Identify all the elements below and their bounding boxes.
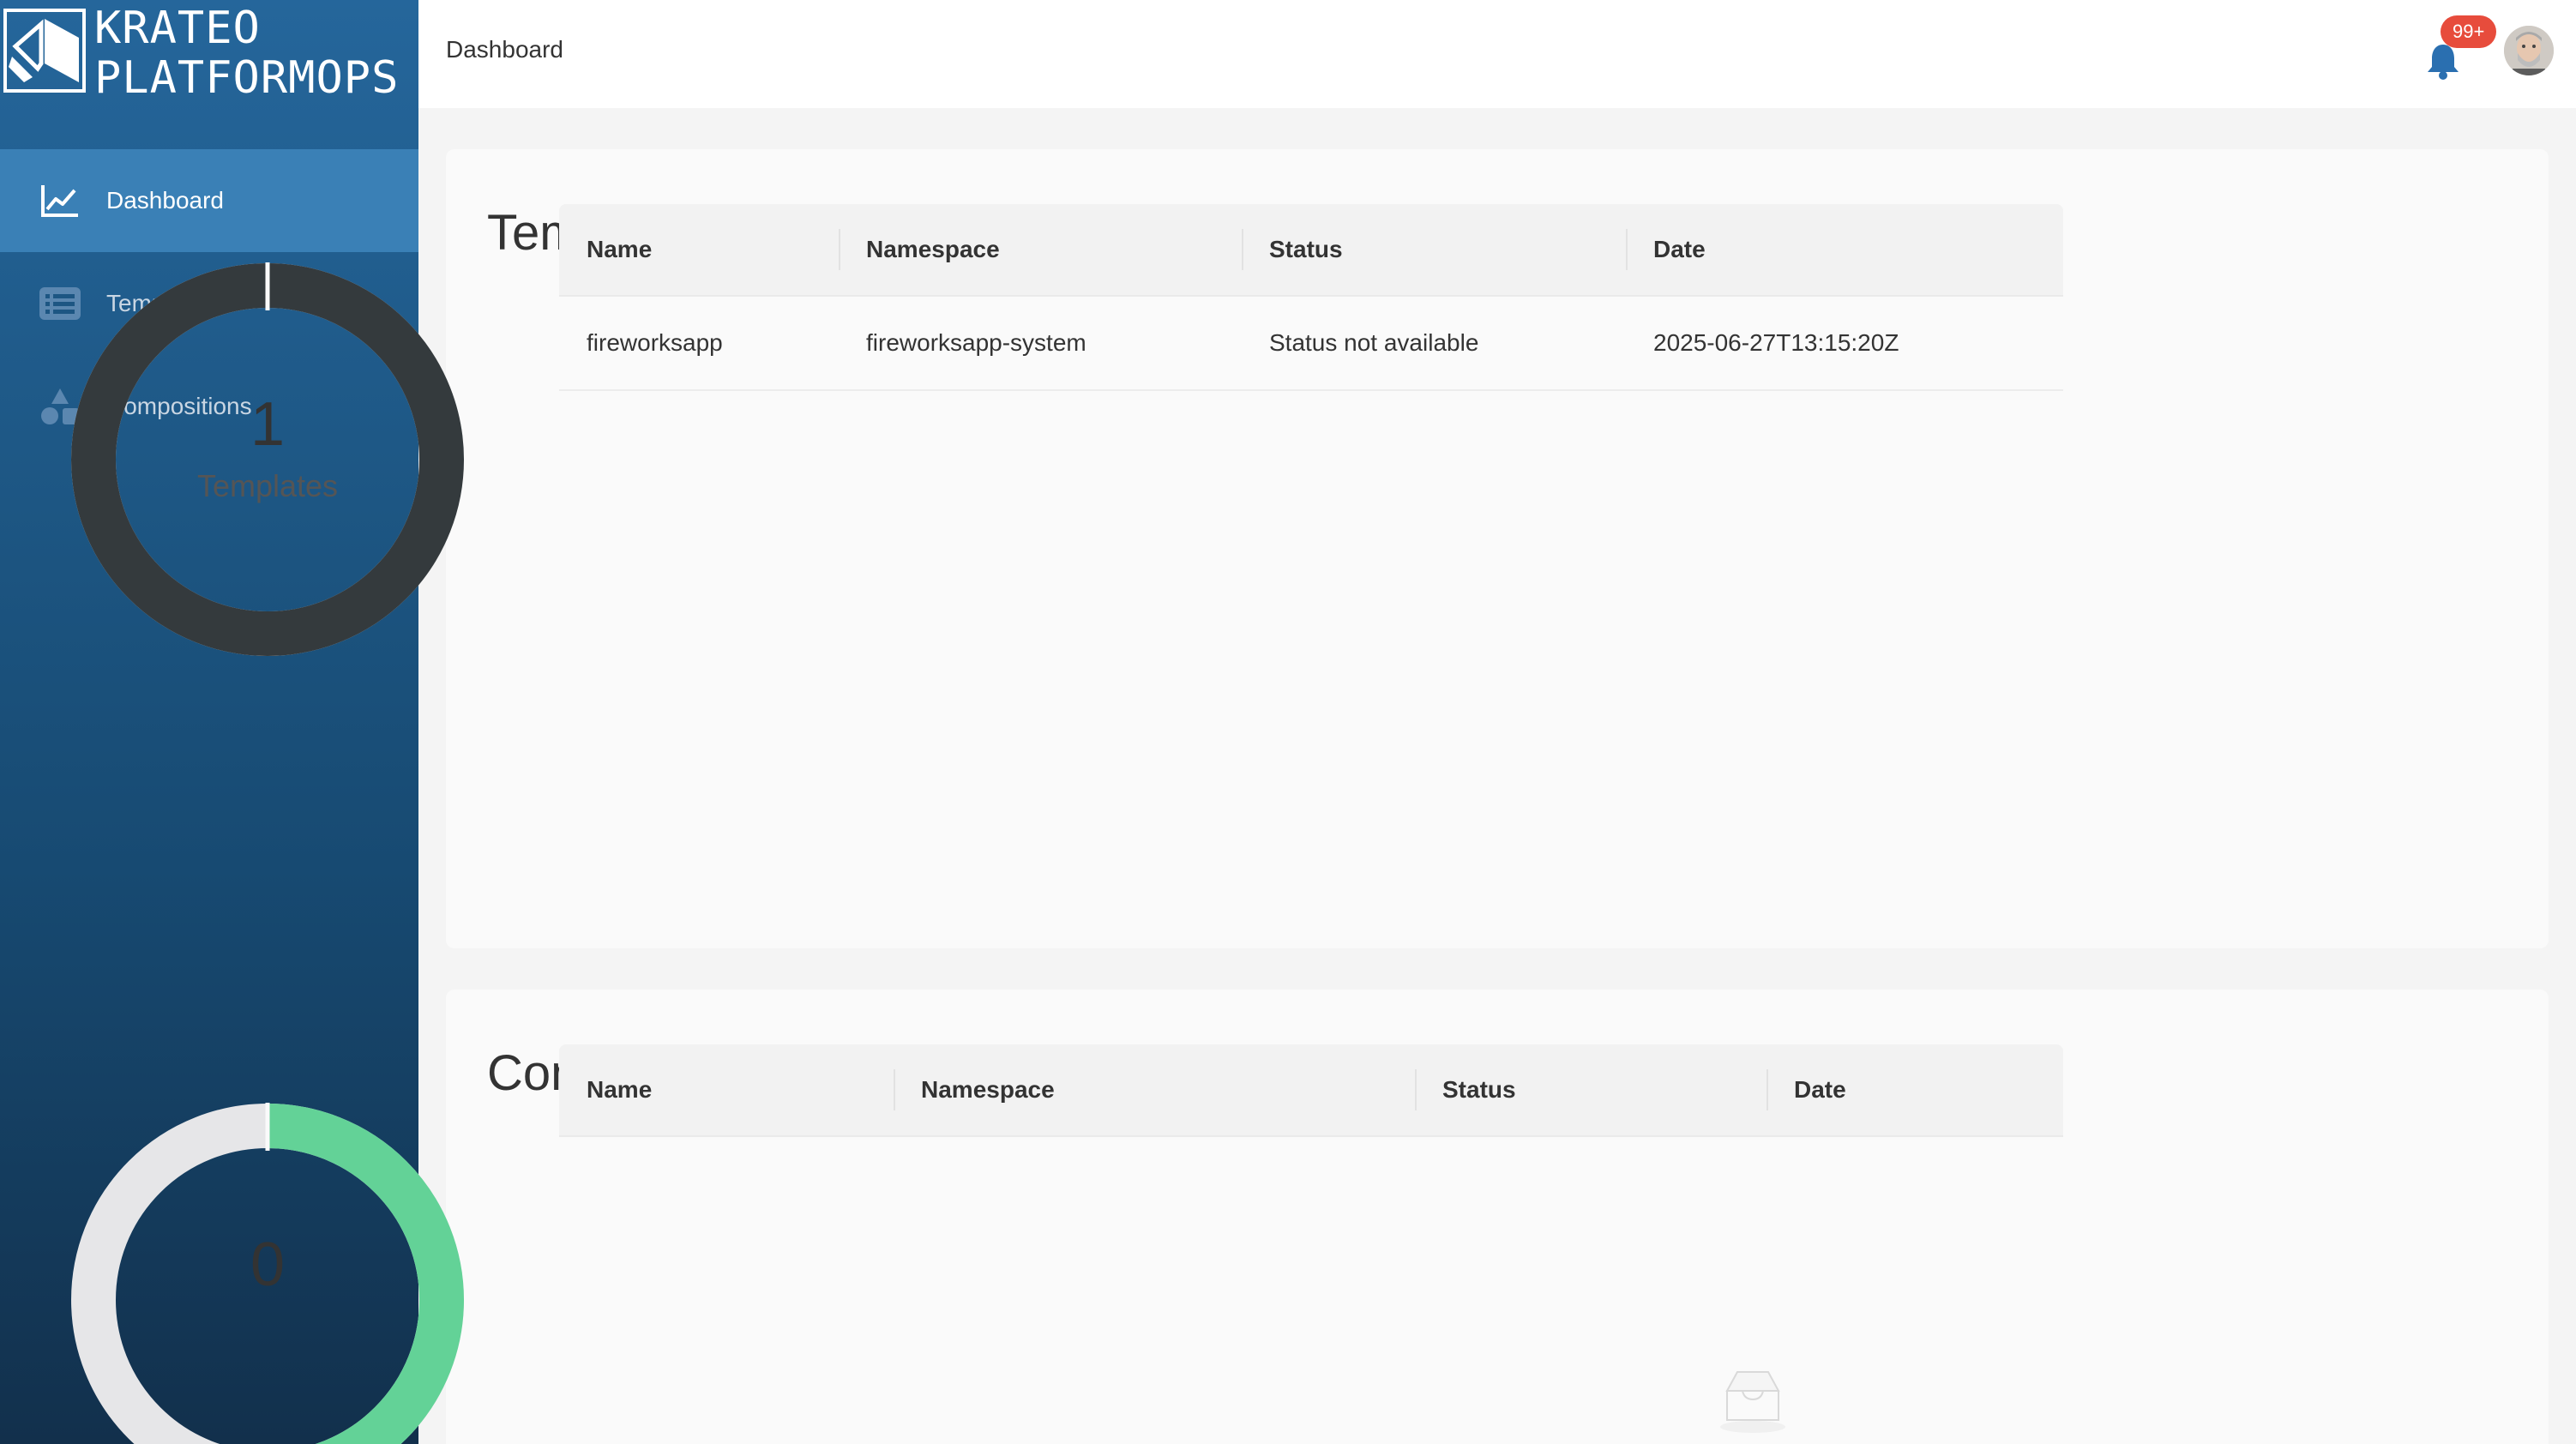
sidebar-item-dashboard[interactable]: Dashboard — [0, 149, 418, 252]
templates-table: Name Namespace Status Date fireworksapp … — [559, 204, 2063, 391]
column-header-status[interactable]: Status — [1242, 203, 1626, 296]
column-header-namespace[interactable]: Namespace — [894, 1044, 1415, 1136]
column-header-date[interactable]: Date — [1626, 203, 2063, 296]
templates-donut-chart[interactable]: 1 Templates — [70, 262, 465, 657]
top-header: Dashboard — [418, 0, 2576, 108]
table-header: Name Namespace Status Date — [559, 1044, 2063, 1137]
inbox-icon — [1712, 1365, 1794, 1434]
logo[interactable]: KRATEO PLATFORMOPS — [0, 0, 418, 103]
cell-name: fireworksapp — [587, 329, 723, 356]
breadcrumb: Dashboard — [446, 36, 563, 63]
sidebar-item-label: Dashboard — [106, 187, 224, 214]
column-header-namespace[interactable]: Namespace — [839, 203, 1242, 296]
compositions-count: 0 — [250, 1230, 286, 1299]
table-row[interactable]: fireworksapp fireworksapp-system Status … — [559, 297, 2063, 391]
notification-badge: 99+ — [2441, 15, 2497, 48]
column-header-name[interactable]: Name — [559, 203, 839, 296]
column-header-status[interactable]: Status — [1415, 1044, 1766, 1136]
cell-date: 2025-06-27T13:15:20Z — [1653, 329, 1899, 356]
cell-namespace: fireworksapp-system — [866, 329, 1086, 356]
app-root: KRATEO PLATFORMOPS Dashboard Templates C… — [0, 0, 2576, 1444]
cell-status: Status not available — [1269, 329, 1479, 356]
logo-text: KRATEO PLATFORMOPS — [94, 3, 399, 103]
column-header-date[interactable]: Date — [1766, 1044, 2063, 1136]
compositions-donut-chart[interactable]: 0 — [70, 1103, 465, 1444]
user-avatar[interactable] — [2504, 26, 2554, 75]
column-header-name[interactable]: Name — [559, 1044, 894, 1136]
logo-mark-icon — [3, 9, 86, 93]
templates-count-label: Templates — [196, 468, 339, 503]
templates-donut-arc — [71, 263, 464, 656]
logo-line-1: KRATEO — [94, 3, 261, 54]
compositions-table: Name Namespace Status Date — [559, 1044, 2063, 1137]
chart-line-icon — [39, 180, 81, 221]
templates-count: 1 — [250, 390, 286, 459]
table-header: Name Namespace Status Date — [559, 204, 2063, 297]
logo-line-2: PLATFORMOPS — [94, 52, 400, 104]
